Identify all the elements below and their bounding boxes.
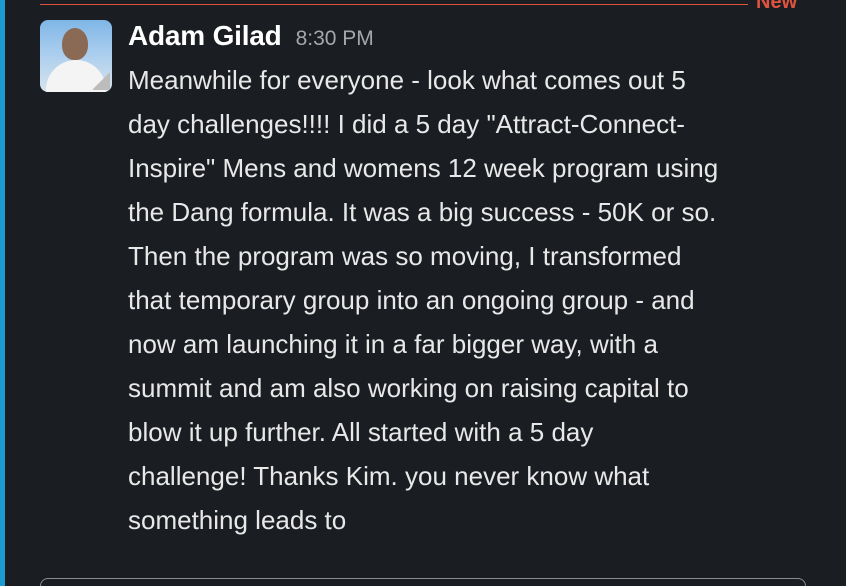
avatar-head	[62, 28, 88, 60]
avatar[interactable]	[40, 20, 112, 92]
selected-message-accent	[0, 0, 5, 586]
message-header: Adam Gilad 8:30 PM	[128, 18, 374, 54]
message-composer[interactable]	[40, 578, 806, 586]
new-messages-divider	[40, 4, 748, 5]
new-messages-label: New	[756, 0, 798, 13]
message-body: Meanwhile for everyone - look what comes…	[128, 65, 719, 535]
author-name[interactable]: Adam Gilad	[128, 18, 282, 54]
message-pane: New Adam Gilad 8:30 PM Meanwhile for eve…	[0, 0, 846, 586]
message-timestamp[interactable]: 8:30 PM	[296, 21, 374, 57]
